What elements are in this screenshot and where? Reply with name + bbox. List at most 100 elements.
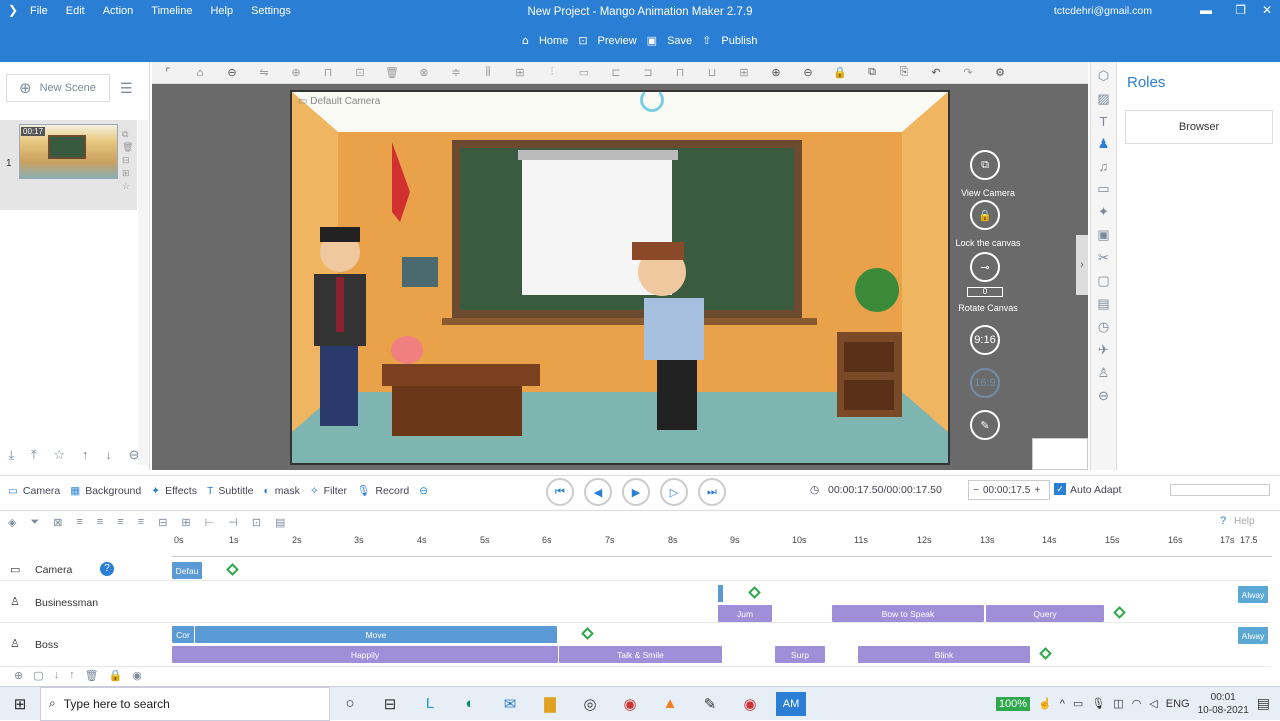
edit-button[interactable]: ✎	[970, 410, 1000, 440]
grid-icon[interactable]: ⊞	[728, 66, 760, 79]
redo-icon[interactable]: ↷	[952, 66, 984, 79]
text-icon[interactable]: T	[1100, 114, 1108, 129]
delete-track-icon[interactable]: 🗑	[85, 669, 99, 687]
lock-canvas-icon[interactable]: 🔒	[824, 66, 856, 79]
notification-icon[interactable]: ▤	[1257, 695, 1270, 712]
merge-icon[interactable]: ⊣	[228, 516, 238, 529]
scene-list-icon[interactable]: ☰	[120, 80, 133, 97]
filter-tool-icon[interactable]: ⏷	[30, 516, 39, 529]
plane-icon[interactable]: ✈	[1098, 342, 1109, 358]
file-explorer-icon[interactable]: ▇	[530, 695, 570, 713]
skip-end-icon[interactable]: ⏭	[698, 478, 726, 506]
keyframe-marker[interactable]	[1039, 647, 1052, 660]
zoom-in-icon[interactable]: ⊕	[760, 66, 792, 79]
camera-clip[interactable]: Defau	[172, 562, 202, 579]
camera-tab[interactable]: Camera	[23, 485, 60, 497]
language[interactable]: ENG	[1166, 698, 1190, 710]
align-middle-icon[interactable]: ⫼	[472, 66, 504, 79]
mango-app-icon[interactable]: AM	[776, 691, 806, 716]
zoom-badge[interactable]: 100%	[995, 696, 1031, 711]
action-clip[interactable]: Happily	[172, 646, 558, 663]
new-scene-button[interactable]: ⊕ New Scene	[6, 74, 110, 102]
time-input[interactable]: − 00:00:17.5 +	[968, 480, 1050, 500]
taskbar-search[interactable]: ⌕ Type here to search	[40, 686, 330, 721]
ratio-16-9-button[interactable]: 16:9	[970, 368, 1000, 398]
move-clip[interactable]: Move	[195, 626, 557, 643]
vlc-icon[interactable]: ▲	[650, 695, 690, 712]
mic-icon[interactable]: 🎙	[1091, 697, 1105, 710]
home-button[interactable]: Home	[539, 35, 568, 47]
select-tool-icon[interactable]: ⊠	[53, 516, 62, 529]
paste-icon[interactable]: ⎘	[888, 66, 920, 79]
help-icon[interactable]: ?	[1220, 515, 1226, 527]
mini-preview[interactable]	[1032, 438, 1088, 470]
h-align-icon[interactable]: ▭	[568, 66, 600, 79]
filter-icon[interactable]: ✧	[310, 485, 319, 497]
boss-track[interactable]: ♙ Boss Cor Move Happily Talk & Smile Sur…	[0, 625, 1270, 667]
background-tab[interactable]: Background	[85, 485, 141, 497]
layer-bottom-icon[interactable]: ⊔	[696, 66, 728, 79]
copy-icon[interactable]: ⧉	[856, 66, 888, 79]
settings-icon[interactable]: ⚙	[984, 66, 1016, 79]
edge-icon[interactable]: ◐	[450, 695, 490, 712]
effect-icon[interactable]: ✦	[1098, 204, 1109, 220]
clock[interactable]: 00:01 10-08-2021	[1198, 691, 1249, 717]
save-icon[interactable]: ▣	[647, 34, 657, 47]
record-icon[interactable]: 🎙	[357, 484, 370, 497]
lock-icon[interactable]: ⊓	[312, 66, 344, 79]
camera-track[interactable]: ▭ Camera ? Defau	[0, 559, 1270, 581]
action-clip[interactable]: Blink	[858, 646, 1030, 663]
auto-adapt-checkbox[interactable]: ✓	[1054, 483, 1066, 495]
align-bottom-icon[interactable]: ≡	[138, 516, 144, 528]
zoom-out-icon[interactable]: ⊖	[792, 66, 824, 79]
background-icon[interactable]: ▦	[70, 485, 80, 497]
mask-tab[interactable]: mask	[275, 485, 300, 497]
copy-style-icon[interactable]: ⊗	[408, 66, 440, 79]
expand-right-icon[interactable]: ›	[1076, 235, 1088, 295]
tools-icon[interactable]: ✂	[1098, 250, 1109, 266]
app-compass-icon[interactable]: ◎	[570, 695, 610, 713]
add-role-icon[interactable]: ⊕	[14, 669, 23, 687]
view-camera-button[interactable]: ⧉	[970, 150, 1000, 180]
save-button[interactable]: Save	[667, 35, 692, 47]
fit-icon[interactable]: ⊟	[158, 516, 167, 529]
down-icon[interactable]: ↓	[105, 447, 112, 463]
export-icon[interactable]: ⤒	[31, 447, 37, 463]
rotate-value[interactable]: 0	[967, 287, 1003, 297]
next-frame-icon[interactable]: ▷	[660, 478, 688, 506]
windows-start-icon[interactable]: ⊞	[0, 695, 40, 713]
always-clip[interactable]: Alway	[1238, 627, 1268, 644]
mask-icon[interactable]: ◐	[263, 485, 269, 497]
action-clip[interactable]: Surp	[775, 646, 825, 663]
chrome-app-icon[interactable]: ◉	[730, 695, 770, 713]
home-view-icon[interactable]: ⌂	[184, 67, 216, 79]
home-icon[interactable]: ⌂	[522, 34, 529, 47]
zoom-slider[interactable]	[1170, 484, 1270, 496]
time-ruler[interactable]: 0s 1s 2s 3s 4s 5s 6s 7s 8s 9s 10s 11s 12…	[172, 535, 1272, 557]
always-clip[interactable]: Alway	[1238, 586, 1268, 603]
scene-scrollbar[interactable]	[138, 120, 148, 465]
minus-icon[interactable]: −	[969, 485, 983, 496]
effects-icon[interactable]: ✦	[151, 485, 160, 497]
align-left-icon[interactable]: ≡	[77, 516, 83, 528]
stretch-icon[interactable]: ⊞	[181, 516, 190, 529]
hand-icon[interactable]: ☝	[1038, 697, 1052, 710]
more-options-icon[interactable]: ⊖	[216, 66, 248, 79]
scene-tools[interactable]: ⧉ 🗑 ⊟ ⊞ ☆	[122, 128, 133, 193]
skip-start-icon[interactable]: ⏮	[546, 478, 574, 506]
prev-frame-icon[interactable]: ◀	[584, 478, 612, 506]
user-email[interactable]: tctcdehri@gmail.com	[1054, 5, 1152, 17]
tray-expand-icon[interactable]: ^	[1060, 698, 1065, 710]
businessman-marker[interactable]	[718, 585, 723, 602]
close-icon[interactable]: ✕	[1262, 3, 1272, 17]
import-icon[interactable]: ⤓	[8, 447, 14, 463]
keyframe-marker[interactable]	[581, 627, 594, 640]
scene-thumbnail[interactable]: 00:17	[19, 124, 118, 179]
plus-time-icon[interactable]: +	[1030, 485, 1044, 496]
action-clip[interactable]: Cor	[172, 626, 194, 643]
action-clip[interactable]: Bow to Speak	[832, 605, 984, 622]
keyframe-marker[interactable]	[226, 563, 239, 576]
publish-icon[interactable]: ⇧	[702, 34, 711, 47]
move-down-icon[interactable]: ↓	[54, 669, 60, 687]
network-icon[interactable]: ◫	[1113, 697, 1123, 710]
